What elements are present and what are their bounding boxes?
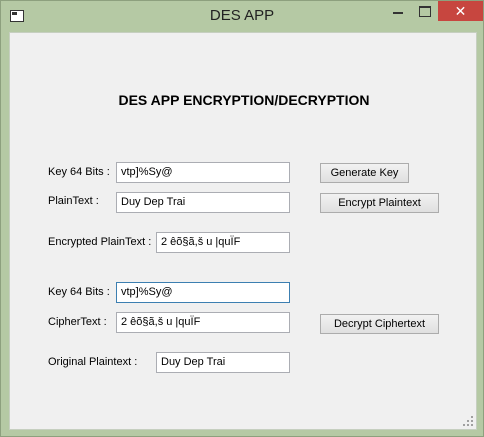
original-plaintext-field[interactable]: Duy Dep Trai bbox=[156, 352, 290, 373]
app-window: DES APP ✕ DES APP ENCRYPTION/DECRYPTION … bbox=[0, 0, 484, 437]
page-heading: DES APP ENCRYPTION/DECRYPTION bbox=[118, 92, 370, 108]
form-client-area: DES APP ENCRYPTION/DECRYPTION Key 64 Bit… bbox=[9, 32, 477, 430]
original-plaintext-label: Original Plaintext : bbox=[48, 356, 138, 368]
encrypted-plaintext-label: Encrypted PlainText : bbox=[48, 236, 152, 248]
close-button[interactable]: ✕ bbox=[438, 1, 483, 21]
minimize-button[interactable] bbox=[385, 1, 411, 21]
decrypt-key-label: Key 64 Bits : bbox=[48, 286, 110, 298]
ciphertext-label: CipherText : bbox=[48, 316, 107, 328]
encrypt-plaintext-button[interactable]: Encrypt Plaintext bbox=[320, 193, 439, 213]
close-icon: ✕ bbox=[454, 3, 467, 19]
encrypted-plaintext-field[interactable]: 2 êõ§ã,š u |quÏF bbox=[156, 232, 290, 253]
encrypt-key-label: Key 64 Bits : bbox=[48, 166, 110, 178]
ciphertext-field[interactable]: 2 êõ§ã,š u |quÏF bbox=[116, 312, 290, 333]
encrypt-key-field[interactable]: vtp]%Sy@ bbox=[116, 162, 290, 183]
title-bar[interactable]: DES APP ✕ bbox=[1, 1, 483, 31]
plaintext-label: PlainText : bbox=[48, 195, 99, 207]
generate-key-button[interactable]: Generate Key bbox=[320, 163, 409, 183]
maximize-button[interactable] bbox=[411, 1, 437, 21]
decrypt-key-field[interactable]: vtp]%Sy@ bbox=[116, 282, 290, 303]
resize-grip-icon[interactable] bbox=[463, 416, 473, 426]
decrypt-ciphertext-button[interactable]: Decrypt Ciphertext bbox=[320, 314, 439, 334]
plaintext-field[interactable]: Duy Dep Trai bbox=[116, 192, 290, 213]
